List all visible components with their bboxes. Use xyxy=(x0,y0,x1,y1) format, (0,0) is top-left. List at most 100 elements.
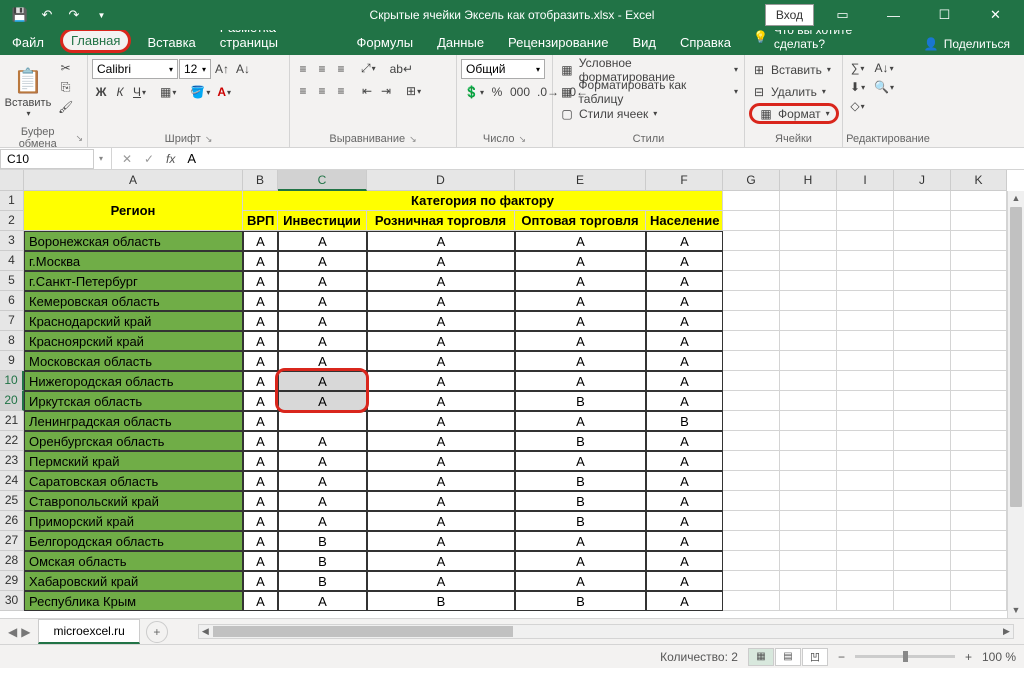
region-cell[interactable]: Ленинградская область xyxy=(24,411,243,431)
horizontal-scrollbar[interactable]: ◀ ▶ xyxy=(198,624,1014,639)
region-cell[interactable]: Ставропольский край xyxy=(24,491,243,511)
cell-styles-button[interactable]: ▢Стили ячеек▾ xyxy=(557,103,659,124)
data-cell[interactable]: А xyxy=(243,271,278,291)
data-cell[interactable]: А xyxy=(278,251,367,271)
row-header[interactable]: 8 xyxy=(0,331,24,351)
tab-home[interactable]: Главная xyxy=(60,28,131,53)
cancel-formula-icon[interactable]: ✕ xyxy=(116,152,138,166)
cell[interactable] xyxy=(951,231,1007,251)
data-cell[interactable]: А xyxy=(646,331,723,351)
cell[interactable] xyxy=(723,551,780,571)
data-cell[interactable] xyxy=(278,411,367,431)
percent-icon[interactable]: % xyxy=(488,83,506,101)
data-cell[interactable]: А xyxy=(367,351,515,371)
cell[interactable] xyxy=(723,271,780,291)
formula-input[interactable]: А xyxy=(181,149,1024,168)
currency-icon[interactable]: 💲▾ xyxy=(461,83,487,101)
data-cell[interactable]: А xyxy=(367,571,515,591)
tab-review[interactable]: Рецензирование xyxy=(496,30,620,55)
cell[interactable] xyxy=(780,531,837,551)
cell[interactable] xyxy=(951,571,1007,591)
fx-icon[interactable]: fx xyxy=(160,152,181,166)
data-cell[interactable]: А xyxy=(243,471,278,491)
cell[interactable] xyxy=(723,231,780,251)
orientation-icon[interactable]: ⤢▾ xyxy=(358,59,379,78)
column-header[interactable]: I xyxy=(837,170,894,191)
data-cell[interactable]: В xyxy=(278,571,367,591)
cell[interactable] xyxy=(837,211,894,231)
column-header[interactable]: G xyxy=(723,170,780,191)
data-cell[interactable]: А xyxy=(243,511,278,531)
cell[interactable] xyxy=(894,371,951,391)
cell[interactable] xyxy=(723,411,780,431)
cell[interactable] xyxy=(951,351,1007,371)
row-header[interactable]: 4 xyxy=(0,251,24,271)
data-cell[interactable]: А xyxy=(515,571,646,591)
cell[interactable] xyxy=(723,491,780,511)
data-cell[interactable]: А xyxy=(367,331,515,351)
cell[interactable] xyxy=(780,351,837,371)
data-cell[interactable]: А xyxy=(367,411,515,431)
row-header[interactable]: 9 xyxy=(0,351,24,371)
data-cell[interactable]: А xyxy=(646,251,723,271)
cell[interactable] xyxy=(780,231,837,251)
data-cell[interactable]: А xyxy=(243,291,278,311)
cell[interactable] xyxy=(951,311,1007,331)
data-cell[interactable]: В xyxy=(278,531,367,551)
data-cell[interactable]: А xyxy=(243,251,278,271)
cell[interactable] xyxy=(780,191,837,211)
region-cell[interactable]: Приморский край xyxy=(24,511,243,531)
data-cell[interactable]: А xyxy=(515,371,646,391)
row-header[interactable]: 2 xyxy=(0,211,24,231)
row-header[interactable]: 10 xyxy=(0,371,24,391)
name-box[interactable] xyxy=(0,149,94,169)
column-header[interactable]: K xyxy=(951,170,1007,191)
cell[interactable] xyxy=(837,271,894,291)
data-cell[interactable]: В xyxy=(515,591,646,611)
bold-icon[interactable]: Ж xyxy=(92,83,110,101)
cell[interactable] xyxy=(951,331,1007,351)
tab-view[interactable]: Вид xyxy=(620,30,668,55)
cell[interactable] xyxy=(951,251,1007,271)
data-cell[interactable]: В xyxy=(515,391,646,411)
data-cell[interactable]: А xyxy=(515,271,646,291)
cell[interactable] xyxy=(837,371,894,391)
cell[interactable] xyxy=(780,551,837,571)
row-header[interactable]: 7 xyxy=(0,311,24,331)
cell[interactable] xyxy=(837,491,894,511)
data-cell[interactable]: А xyxy=(243,591,278,611)
tab-help[interactable]: Справка xyxy=(668,30,743,55)
cell[interactable] xyxy=(894,311,951,331)
cell[interactable] xyxy=(894,551,951,571)
ribbon-options-icon[interactable]: ▭ xyxy=(820,0,865,30)
row-header[interactable]: 24 xyxy=(0,471,24,491)
region-cell[interactable]: Саратовская область xyxy=(24,471,243,491)
data-cell[interactable]: А xyxy=(646,471,723,491)
format-painter-icon[interactable]: 🖌 xyxy=(55,98,76,116)
cell[interactable] xyxy=(894,411,951,431)
row-header[interactable]: 3 xyxy=(0,231,24,251)
cell[interactable] xyxy=(723,191,780,211)
data-cell[interactable]: А xyxy=(367,251,515,271)
row-header[interactable]: 25 xyxy=(0,491,24,511)
cell[interactable] xyxy=(894,271,951,291)
data-cell[interactable]: А xyxy=(278,491,367,511)
cell[interactable] xyxy=(951,271,1007,291)
subheader[interactable]: Инвестиции xyxy=(278,211,367,231)
data-cell[interactable]: А xyxy=(367,291,515,311)
data-cell[interactable]: А xyxy=(646,511,723,531)
cell[interactable] xyxy=(894,571,951,591)
dialog-launcher-icon[interactable]: ↘ xyxy=(75,133,83,144)
data-cell[interactable]: А xyxy=(646,271,723,291)
select-all-corner[interactable] xyxy=(0,170,24,191)
cell[interactable] xyxy=(837,511,894,531)
column-header[interactable]: B xyxy=(243,170,278,191)
sort-filter-icon[interactable]: A↓▾ xyxy=(871,59,897,77)
data-cell[interactable]: А xyxy=(243,331,278,351)
cell[interactable] xyxy=(894,531,951,551)
qat-dropdown-icon[interactable]: ▼ xyxy=(89,3,113,27)
region-cell[interactable]: Оренбургская область xyxy=(24,431,243,451)
cell[interactable] xyxy=(723,371,780,391)
data-cell[interactable]: А xyxy=(367,531,515,551)
data-cell[interactable]: А xyxy=(278,371,367,391)
